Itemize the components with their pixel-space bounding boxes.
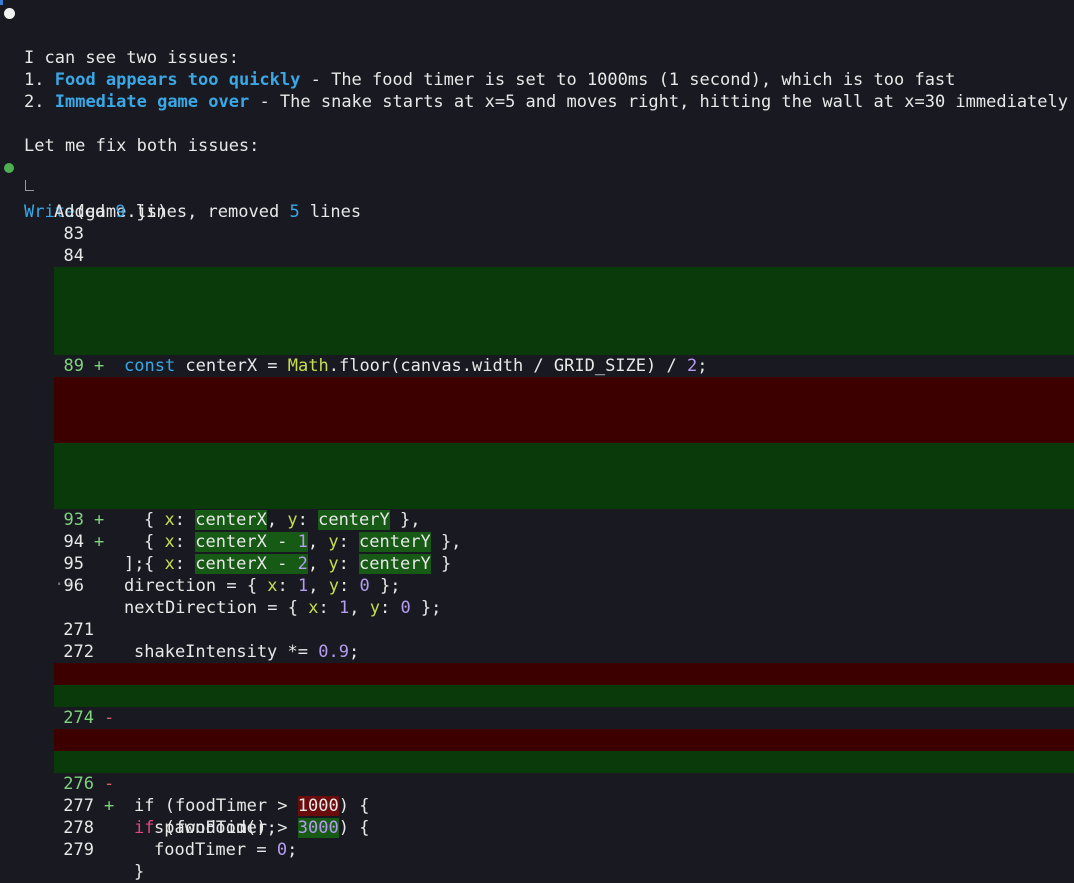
diff-line-added: 276 + if (foodTimer > 3000) {: [54, 751, 1074, 838]
intro-line: I can see two issues:: [0, 3, 1074, 68]
diff-line: 85 function initGame() {: [0, 245, 1074, 310]
diff-line: 83: [0, 201, 1074, 244]
diff-line-removed: 270 - // Food timer: [54, 663, 1074, 750]
diff-line-added: 91 + { x: centerX, y: centerY },: [54, 443, 1074, 530]
followup-text: Let me fix both issues:: [24, 136, 260, 156]
diff-line: 90 snake = [: [0, 355, 1074, 420]
diff-line-added: 86 + // Start snake in center, facing ri…: [54, 267, 1074, 354]
diff-line: 279 }: [0, 817, 1074, 882]
line-number: 279: [63, 840, 94, 860]
diff-line: 272 if (shakeIntensity < 0.5) shakeInten…: [0, 619, 1074, 684]
diff-line-removed: 88 - { x: 4, y: 10 },: [54, 399, 1074, 486]
issue-item-1: 1. Food appears too quickly - The food t…: [0, 47, 1074, 90]
diff-line-removed: 87 - { x: 5, y: 10 },: [54, 377, 1074, 464]
diff-line: 95 direction = { x: 1, y: 0 };: [0, 531, 1074, 596]
tool-call-header[interactable]: Write(game.js): [0, 157, 1074, 222]
diff-line-added: 274 + // Food timer - increased from 100…: [54, 685, 1074, 772]
diff-line-removed: 272 - if (foodTimer > 1000) {: [54, 729, 1074, 816]
diff-line-added: 93 + { x: centerX - 2, y: centerY }: [54, 487, 1074, 574]
diff-line-added: 92 + { x: centerX - 1, y: centerY },: [54, 465, 1074, 552]
diff-line-added: 87 + const centerX = Math.floor(canvas.w…: [54, 289, 1074, 376]
diff-line: 277 spawnFood();: [0, 773, 1074, 838]
followup-line: Let me fix both issues:: [0, 113, 1074, 156]
diff-line: 84 // Initialize game: [0, 223, 1074, 288]
message-bullet-icon: [4, 8, 15, 19]
issue-title: Immediate game over: [54, 92, 250, 112]
diff-line: 94 ];: [0, 509, 1074, 574]
diff-line-added: 89 +: [54, 333, 1074, 398]
code-line: foodTimer = 0;: [154, 840, 298, 860]
hunk-separator: ...: [54, 570, 85, 590]
issue-detail: - The snake starts at x=5 and moves righ…: [249, 92, 1068, 112]
diff-line: 278 foodTimer = 0;: [0, 795, 1074, 860]
diff-summary: Added 9 lines, removed 5 lines: [54, 202, 362, 222]
diff-line-added: 88 + const centerY = Math.floor(canvas.h…: [54, 311, 1074, 398]
tool-status-icon: [4, 163, 14, 173]
diff-line: 273: [0, 641, 1074, 684]
diff-line: 275 foodTimer += deltaTime;: [0, 707, 1074, 772]
diff-line: 96 nextDirection = { x: 1, y: 0 };: [0, 553, 1074, 618]
issue-number: 2.: [24, 92, 45, 112]
diff-line-removed: 89 - { x: 3, y: 10 }: [54, 421, 1074, 508]
issue-item-2: 2. Immediate game over - The snake start…: [0, 69, 1074, 112]
code-line: }: [134, 862, 145, 882]
diff-line: 271 shakeIntensity *= 0.9;: [0, 597, 1074, 662]
